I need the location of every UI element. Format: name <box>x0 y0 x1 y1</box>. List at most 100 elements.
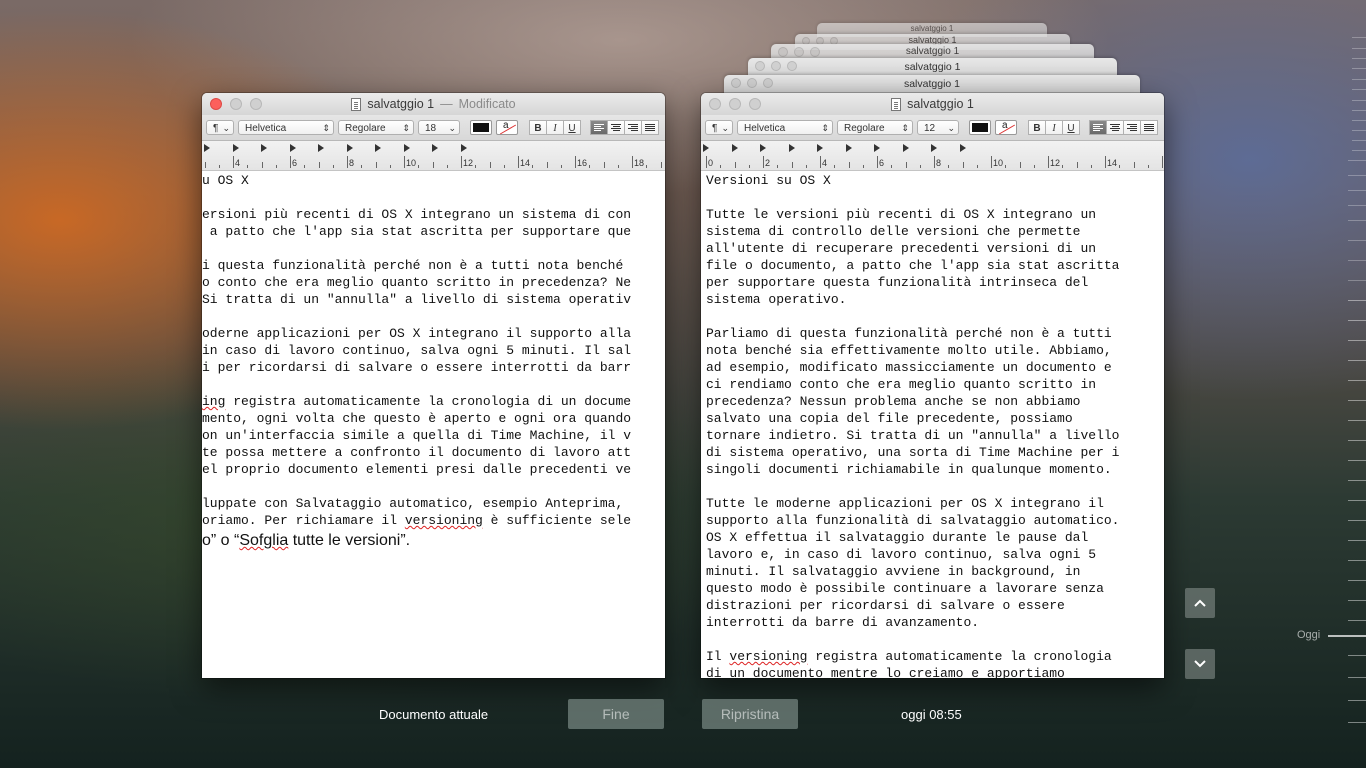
current-document-window[interactable]: salvatggio 1 — Modificato ¶ ⌄ Helvetica ⇕ … <box>202 93 665 678</box>
timeline-tick[interactable] <box>1348 360 1366 361</box>
timeline-tick[interactable] <box>1352 79 1366 80</box>
timeline-tick[interactable] <box>1348 160 1366 161</box>
document-text[interactable]: u OS X ersioni più recenti di OS X integ… <box>202 172 665 678</box>
tab-stop-icon[interactable] <box>959 144 966 152</box>
version-timeline[interactable] <box>1306 0 1366 768</box>
close-icon[interactable] <box>210 98 222 110</box>
minimize-icon[interactable] <box>230 98 242 110</box>
tab-stop-icon[interactable] <box>760 144 766 152</box>
timeline-tick[interactable] <box>1348 340 1366 341</box>
bold-button[interactable]: B <box>1028 120 1046 135</box>
tab-stop-icon[interactable] <box>817 144 823 152</box>
underline-button[interactable]: U <box>1062 120 1080 135</box>
font-family-popup[interactable]: Helvetica ⇕ <box>737 120 833 135</box>
timeline-tick[interactable] <box>1348 260 1366 261</box>
timeline-tick[interactable] <box>1348 400 1366 401</box>
align-left-button[interactable] <box>1089 120 1107 135</box>
tab-stop-icon[interactable] <box>346 144 353 152</box>
previous-version-window[interactable]: salvatggio 1 ¶ ⌄ Helvetica ⇕ Regolare ⇕ 12 ⌄… <box>701 93 1164 678</box>
tab-stop-icon[interactable] <box>788 144 795 152</box>
timeline-tick[interactable] <box>1348 580 1366 581</box>
timeline-tick[interactable] <box>1348 320 1366 321</box>
tab-stop-icon[interactable] <box>204 144 210 152</box>
tab-stop-icon[interactable] <box>318 144 324 152</box>
timeline-tick[interactable] <box>1352 150 1366 151</box>
timeline-tick[interactable] <box>1348 480 1366 481</box>
tab-stop-icon[interactable] <box>261 144 267 152</box>
timeline-tick[interactable] <box>1348 500 1366 501</box>
tab-stop-icon[interactable] <box>845 144 852 152</box>
timeline-tick[interactable] <box>1352 37 1366 38</box>
timeline-tick[interactable] <box>1348 620 1366 621</box>
timeline-tick[interactable] <box>1348 540 1366 541</box>
timeline-tick[interactable] <box>1352 130 1366 131</box>
document-text[interactable]: Versioni su OS X Tutte le versioni più r… <box>701 172 1164 678</box>
justify-button[interactable] <box>1140 120 1158 135</box>
tab-stop-icon[interactable] <box>375 144 381 152</box>
timeline-tick[interactable] <box>1348 440 1366 441</box>
timeline-tick[interactable] <box>1348 460 1366 461</box>
timeline-tick[interactable] <box>1348 240 1366 241</box>
timeline-tick[interactable] <box>1352 58 1366 59</box>
paragraph-style-popup[interactable]: ¶ ⌄ <box>206 120 234 135</box>
tab-stops[interactable] <box>202 144 665 152</box>
timeline-tick[interactable] <box>1348 722 1366 723</box>
zoom-icon[interactable] <box>250 98 262 110</box>
tab-stop-icon[interactable] <box>902 144 909 152</box>
timeline-tick[interactable] <box>1348 205 1366 206</box>
timeline-tick[interactable] <box>1348 560 1366 561</box>
background-color-well[interactable] <box>496 120 518 135</box>
tab-stops[interactable] <box>701 144 1164 152</box>
done-button[interactable]: Fine <box>568 699 664 729</box>
font-family-popup[interactable]: Helvetica ⇕ <box>238 120 334 135</box>
restore-button[interactable]: Ripristina <box>702 699 798 729</box>
background-color-well[interactable] <box>995 120 1017 135</box>
next-version-button[interactable] <box>1185 649 1215 679</box>
tab-stop-icon[interactable] <box>931 144 937 152</box>
timeline-tick[interactable] <box>1348 600 1366 601</box>
timeline-tick[interactable] <box>1348 677 1366 678</box>
tab-stop-icon[interactable] <box>460 144 467 152</box>
underline-button[interactable]: U <box>563 120 581 135</box>
paragraph-style-popup[interactable]: ¶ ⌄ <box>705 120 733 135</box>
tab-stop-icon[interactable] <box>703 144 709 152</box>
align-center-button[interactable] <box>1106 120 1124 135</box>
text-color-well[interactable] <box>969 120 991 135</box>
timeline-tick[interactable] <box>1348 420 1366 421</box>
timeline-tick[interactable] <box>1348 520 1366 521</box>
tab-stop-icon[interactable] <box>403 144 410 152</box>
tab-stop-icon[interactable] <box>731 144 738 152</box>
tab-stop-icon[interactable] <box>432 144 438 152</box>
timeline-tick[interactable] <box>1348 700 1366 701</box>
italic-button[interactable]: I <box>1045 120 1063 135</box>
timeline-tick[interactable] <box>1348 190 1366 191</box>
font-size-popup[interactable]: 18 ⌄ <box>418 120 460 135</box>
align-left-button[interactable] <box>590 120 608 135</box>
ruler[interactable]: 0 2 4 6 8 10 12 14 <box>701 141 1164 171</box>
previous-version-button[interactable] <box>1185 588 1215 618</box>
timeline-tick[interactable] <box>1352 110 1366 111</box>
timeline-tick[interactable] <box>1352 48 1366 49</box>
timeline-tick[interactable] <box>1348 300 1366 301</box>
font-style-popup[interactable]: Regolare ⇕ <box>338 120 414 135</box>
tab-stop-icon[interactable] <box>289 144 296 152</box>
align-right-button[interactable] <box>1123 120 1141 135</box>
italic-button[interactable]: I <box>546 120 564 135</box>
timeline-tick[interactable] <box>1352 140 1366 141</box>
text-color-well[interactable] <box>470 120 492 135</box>
timeline-tick[interactable] <box>1352 100 1366 101</box>
ruler[interactable]: 4 6 8 10 12 14 16 18 <box>202 141 665 171</box>
timeline-tick[interactable] <box>1348 280 1366 281</box>
tab-stop-icon[interactable] <box>874 144 880 152</box>
align-center-button[interactable] <box>607 120 625 135</box>
timeline-today-marker[interactable] <box>1328 635 1366 637</box>
justify-button[interactable] <box>641 120 659 135</box>
timeline-tick[interactable] <box>1348 175 1366 176</box>
align-right-button[interactable] <box>624 120 642 135</box>
timeline-tick[interactable] <box>1352 120 1366 121</box>
timeline-tick[interactable] <box>1348 220 1366 221</box>
bold-button[interactable]: B <box>529 120 547 135</box>
font-size-popup[interactable]: 12 ⌄ <box>917 120 959 135</box>
font-style-popup[interactable]: Regolare ⇕ <box>837 120 913 135</box>
timeline-tick[interactable] <box>1348 655 1366 656</box>
